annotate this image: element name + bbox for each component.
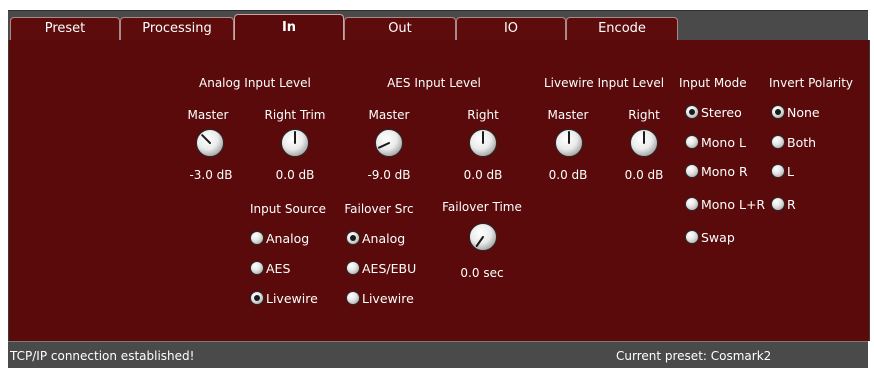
radio-label: AES/EBU — [362, 261, 417, 276]
tab-encode[interactable]: Encode — [566, 17, 678, 41]
livewire-master-label: Master — [547, 108, 589, 122]
analog-master-label: Master — [187, 108, 229, 122]
invert-polarity-none-radio[interactable]: None — [771, 104, 820, 122]
app-window: Preset Processing In Out IO Encode Analo… — [0, 0, 874, 368]
tab-in[interactable]: In — [234, 14, 344, 42]
input-mode-title: Input Mode — [679, 76, 747, 90]
radio-label: Analog — [266, 231, 310, 246]
status-bar: TCP/IP connection established! Current p… — [8, 341, 868, 368]
invert-polarity-title: Invert Polarity — [769, 76, 853, 90]
radio-indicator — [685, 135, 699, 149]
radio-label: Livewire — [362, 291, 414, 306]
failover-time-value: 0.0 sec — [460, 266, 504, 280]
input-mode-mono-r-radio[interactable]: Mono R — [685, 163, 748, 181]
failover-time-title: Failover Time — [442, 200, 522, 214]
tab-out[interactable]: Out — [344, 17, 456, 41]
failover-time-knob[interactable] — [468, 222, 498, 252]
input-mode-mono-lr-radio[interactable]: Mono L+R — [685, 196, 765, 214]
failover-src-title: Failover Src — [344, 202, 414, 216]
tab-bar: Preset Processing In Out IO Encode — [8, 10, 868, 42]
input-mode-stereo-radio[interactable]: Stereo — [685, 104, 742, 122]
failover-src-analog-radio[interactable]: Analog — [346, 230, 405, 248]
tab-io[interactable]: IO — [456, 17, 566, 41]
analog-input-level-title: Analog Input Level — [199, 76, 311, 90]
radio-label: L — [787, 164, 794, 179]
radio-label: R — [787, 197, 796, 212]
radio-indicator — [771, 105, 785, 119]
input-source-title: Input Source — [249, 202, 327, 216]
radio-label: Mono L — [701, 135, 746, 150]
radio-indicator — [250, 261, 264, 275]
invert-polarity-both-radio[interactable]: Both — [771, 134, 816, 152]
analog-right-trim-knob[interactable] — [280, 128, 310, 158]
input-source-analog-radio[interactable]: Analog — [250, 230, 309, 248]
radio-label: Both — [787, 135, 817, 150]
analog-master-value: -3.0 dB — [189, 168, 233, 182]
radio-indicator — [771, 164, 785, 178]
radio-label: Mono R — [701, 164, 748, 179]
radio-label: Analog — [362, 231, 406, 246]
radio-label: Livewire — [266, 291, 318, 306]
radio-indicator — [685, 105, 699, 119]
radio-indicator — [685, 197, 699, 211]
radio-indicator — [771, 135, 785, 149]
aes-master-value: -9.0 dB — [367, 168, 411, 182]
tab-preset[interactable]: Preset — [10, 17, 120, 41]
aes-input-level-title: AES Input Level — [387, 76, 481, 90]
livewire-right-label: Right — [628, 108, 660, 122]
radio-indicator — [346, 261, 360, 275]
aes-master-knob[interactable] — [374, 128, 404, 158]
status-message: TCP/IP connection established! — [10, 349, 195, 363]
radio-indicator — [346, 231, 360, 245]
radio-label: Mono L+R — [701, 197, 766, 212]
analog-right-trim-label: Right Trim — [264, 108, 326, 122]
radio-label: Swap — [701, 230, 735, 245]
radio-indicator — [685, 164, 699, 178]
radio-indicator — [250, 231, 264, 245]
livewire-master-knob[interactable] — [554, 128, 584, 158]
radio-indicator — [250, 291, 264, 305]
analog-right-trim-value: 0.0 dB — [275, 168, 315, 182]
aes-right-label: Right — [467, 108, 499, 122]
input-source-livewire-radio[interactable]: Livewire — [250, 290, 318, 308]
tab-processing[interactable]: Processing — [120, 17, 234, 41]
radio-label: Stereo — [701, 105, 742, 120]
analog-master-knob[interactable] — [195, 128, 225, 158]
livewire-right-value: 0.0 dB — [624, 168, 664, 182]
input-mode-mono-l-radio[interactable]: Mono L — [685, 134, 746, 152]
livewire-input-level-title: Livewire Input Level — [543, 76, 665, 90]
failover-src-aesebu-radio[interactable]: AES/EBU — [346, 260, 416, 278]
radio-label: None — [787, 105, 820, 120]
livewire-master-value: 0.0 dB — [548, 168, 588, 182]
radio-indicator — [685, 230, 699, 244]
radio-indicator — [346, 291, 360, 305]
aes-right-knob[interactable] — [468, 128, 498, 158]
aes-master-label: Master — [368, 108, 410, 122]
failover-src-livewire-radio[interactable]: Livewire — [346, 290, 414, 308]
radio-indicator — [771, 197, 785, 211]
livewire-right-knob[interactable] — [629, 128, 659, 158]
invert-polarity-r-radio[interactable]: R — [771, 196, 796, 214]
input-mode-swap-radio[interactable]: Swap — [685, 229, 735, 247]
invert-polarity-l-radio[interactable]: L — [771, 163, 794, 181]
in-settings-panel: Analog Input Level Master Right Trim -3.… — [8, 40, 870, 341]
current-preset-label: Current preset: Cosmark2 — [616, 349, 772, 363]
aes-right-value: 0.0 dB — [463, 168, 503, 182]
radio-label: AES — [266, 261, 291, 276]
input-source-aes-radio[interactable]: AES — [250, 260, 290, 278]
